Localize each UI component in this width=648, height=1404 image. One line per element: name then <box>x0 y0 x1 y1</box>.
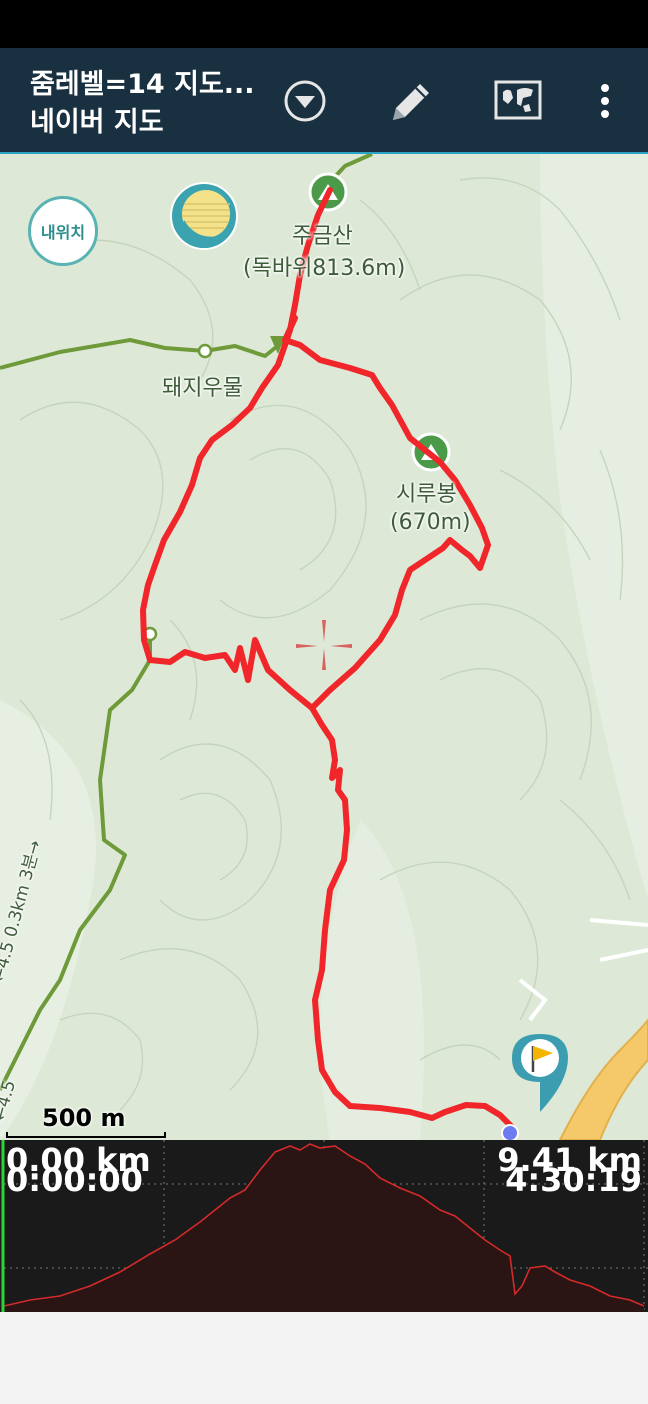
scale-bar: 500 m <box>0 1102 170 1140</box>
peak-sub-jugeumsan: (독바위813.6m) <box>243 256 406 281</box>
sun-theme-icon <box>178 190 230 248</box>
scale-bar-line <box>6 1132 166 1138</box>
scale-label: 500 m <box>42 1104 126 1132</box>
start-time: 0:00:00 <box>6 1161 143 1199</box>
elevation-profile[interactable]: 0.00 km 0:00:00 9.41 km 4:30:19 <box>0 1140 648 1312</box>
app-bar: 줌레벨=14 지도... 네이버 지도 <box>0 48 648 154</box>
peak-label-sirubong: 시루봉 <box>396 482 457 507</box>
bottom-area <box>0 1312 648 1404</box>
my-location-button[interactable]: 내위치 <box>28 196 98 266</box>
status-bar <box>0 0 648 48</box>
map-view[interactable]: 내위치 주금산 (독바위813.6m) 돼지우물 시루봉 (670m) ←4.5… <box>0 154 648 1140</box>
map-title[interactable]: 줌레벨=14 지도... 네이버 지도 <box>30 66 255 142</box>
dropdown-circle-icon[interactable] <box>280 76 330 126</box>
end-time: 4:30:19 <box>505 1161 642 1199</box>
map-title-line2: 네이버 지도 <box>30 107 164 138</box>
map-canvas <box>0 154 648 1140</box>
place-label-dwaejiumul: 돼지우물 <box>162 376 243 401</box>
map-title-line1: 줌레벨=14 지도... <box>30 69 255 100</box>
map-theme-button[interactable] <box>170 182 238 250</box>
peak-label-jugeumsan: 주금산 <box>292 224 353 249</box>
my-location-label: 내위치 <box>40 223 86 242</box>
map-layers-icon[interactable] <box>493 76 543 126</box>
more-vert-icon[interactable] <box>580 76 630 126</box>
pencil-icon[interactable] <box>385 76 435 126</box>
peak-sub-sirubong: (670m) <box>390 510 471 535</box>
